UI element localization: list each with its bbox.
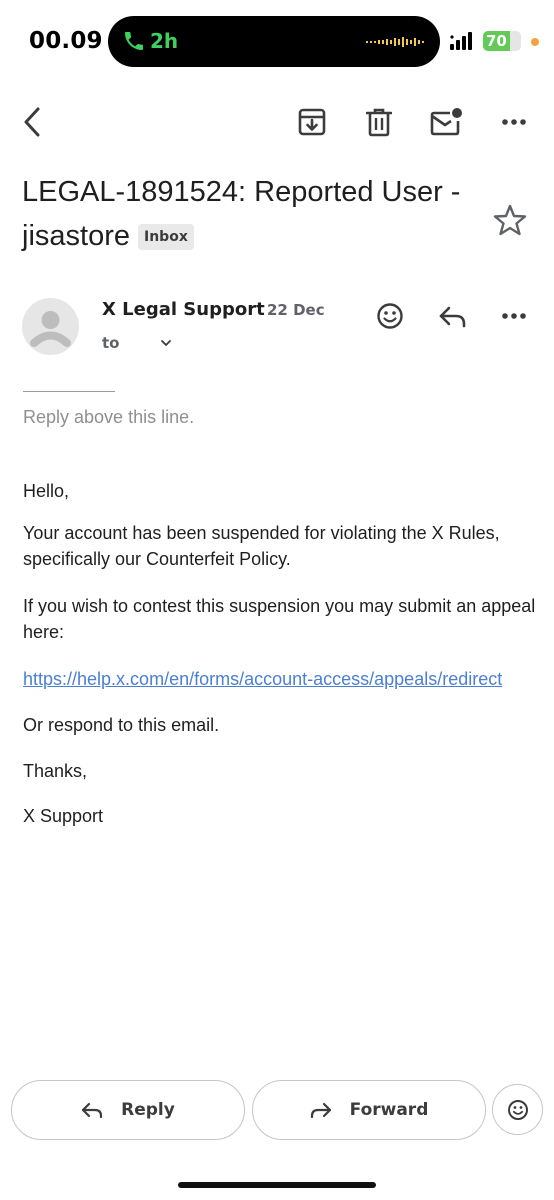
reply-separator-text: ————	[23, 378, 95, 399]
sender-avatar[interactable]	[22, 298, 79, 355]
subject-text: LEGAL-1891524: Reported User - jisastore	[22, 176, 461, 252]
message-date: 22 Dec	[267, 301, 325, 319]
default-avatar-icon	[30, 311, 71, 347]
smiley-icon	[377, 303, 403, 329]
phone-icon	[125, 32, 143, 50]
trash-icon	[366, 108, 392, 137]
body-paragraph-respond: Or respond to this email.	[23, 715, 220, 735]
back-arrow-icon	[24, 107, 40, 137]
forward-action-button[interactable]: Forward	[252, 1080, 486, 1140]
emoji-reaction-button[interactable]	[492, 1084, 543, 1135]
greeting: Hello,	[23, 481, 70, 501]
status-time: 00.09	[29, 28, 103, 54]
home-indicator[interactable]	[178, 1182, 376, 1188]
battery-percent: 70	[486, 32, 507, 50]
reply-arrow-icon	[82, 1102, 103, 1119]
reply-above-line-text: Reply above this line.	[23, 407, 195, 427]
more-icon	[502, 313, 526, 319]
archive-icon	[298, 108, 326, 136]
chevron-down-icon[interactable]	[158, 334, 174, 352]
body-paragraph-suspension: Your account has been suspended for viol…	[23, 523, 500, 569]
delete-button[interactable]	[357, 100, 401, 144]
reply-action-button[interactable]: Reply	[11, 1080, 245, 1140]
more-options-button[interactable]	[492, 100, 536, 144]
recipient-label: to	[102, 334, 120, 352]
reply-action-label: Reply	[121, 1100, 175, 1120]
signature: X Support	[23, 806, 104, 826]
cellular-signal-icon	[450, 32, 472, 50]
smiley-icon	[507, 1099, 528, 1120]
back-button[interactable]	[10, 100, 54, 144]
appeal-link[interactable]: https://help.x.com/en/forms/account-acce…	[23, 669, 502, 689]
audio-waveform-icon	[366, 37, 424, 47]
archive-button[interactable]	[290, 100, 334, 144]
inbox-label-badge[interactable]: Inbox	[138, 224, 194, 250]
sender-name: X Legal Support	[102, 299, 265, 320]
forward-arrow-icon	[310, 1102, 331, 1119]
dynamic-island-call[interactable]: 2h	[108, 16, 440, 67]
reply-arrow-icon	[439, 306, 466, 328]
more-icon	[502, 119, 526, 125]
mark-unread-button[interactable]	[424, 100, 468, 144]
battery-indicator: 70	[483, 31, 521, 51]
call-duration: 2h	[150, 29, 179, 53]
mark-unread-icon	[430, 108, 462, 136]
forward-action-label: Forward	[349, 1100, 429, 1120]
signoff: Thanks,	[23, 761, 88, 781]
react-emoji-button[interactable]	[368, 294, 412, 338]
body-paragraph-appeal: If you wish to contest this suspension y…	[23, 596, 536, 642]
star-icon	[493, 204, 527, 236]
reply-button[interactable]	[431, 294, 475, 338]
email-subject: LEGAL-1891524: Reported User - jisastore…	[22, 170, 472, 258]
charging-indicator-dot	[531, 38, 539, 46]
star-button[interactable]	[488, 198, 532, 242]
appeal-link-row: https://help.x.com/en/forms/account-acce…	[23, 666, 538, 692]
status-bar: 00.09 2h 70	[0, 0, 554, 84]
message-more-button[interactable]	[492, 294, 536, 338]
